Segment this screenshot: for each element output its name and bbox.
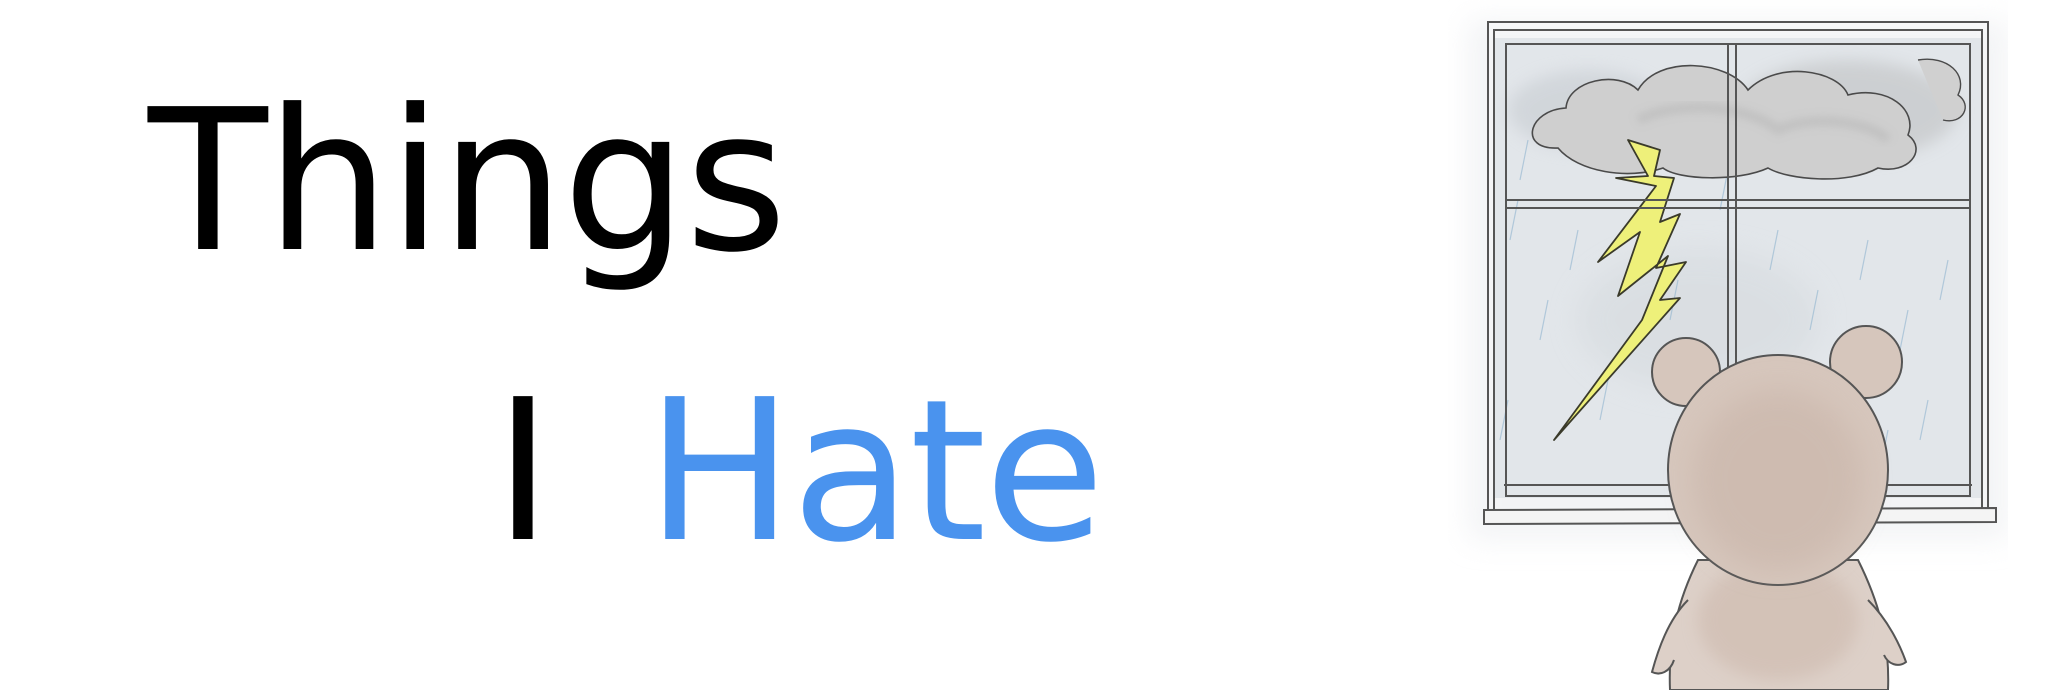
title-i: I <box>494 358 552 586</box>
title-things: Things <box>148 68 787 296</box>
bear <box>1650 325 1908 690</box>
storm-window-illustration <box>1468 20 2008 690</box>
title-hate: Hate <box>646 358 1105 586</box>
page-canvas: Things I Hate <box>0 0 2058 690</box>
